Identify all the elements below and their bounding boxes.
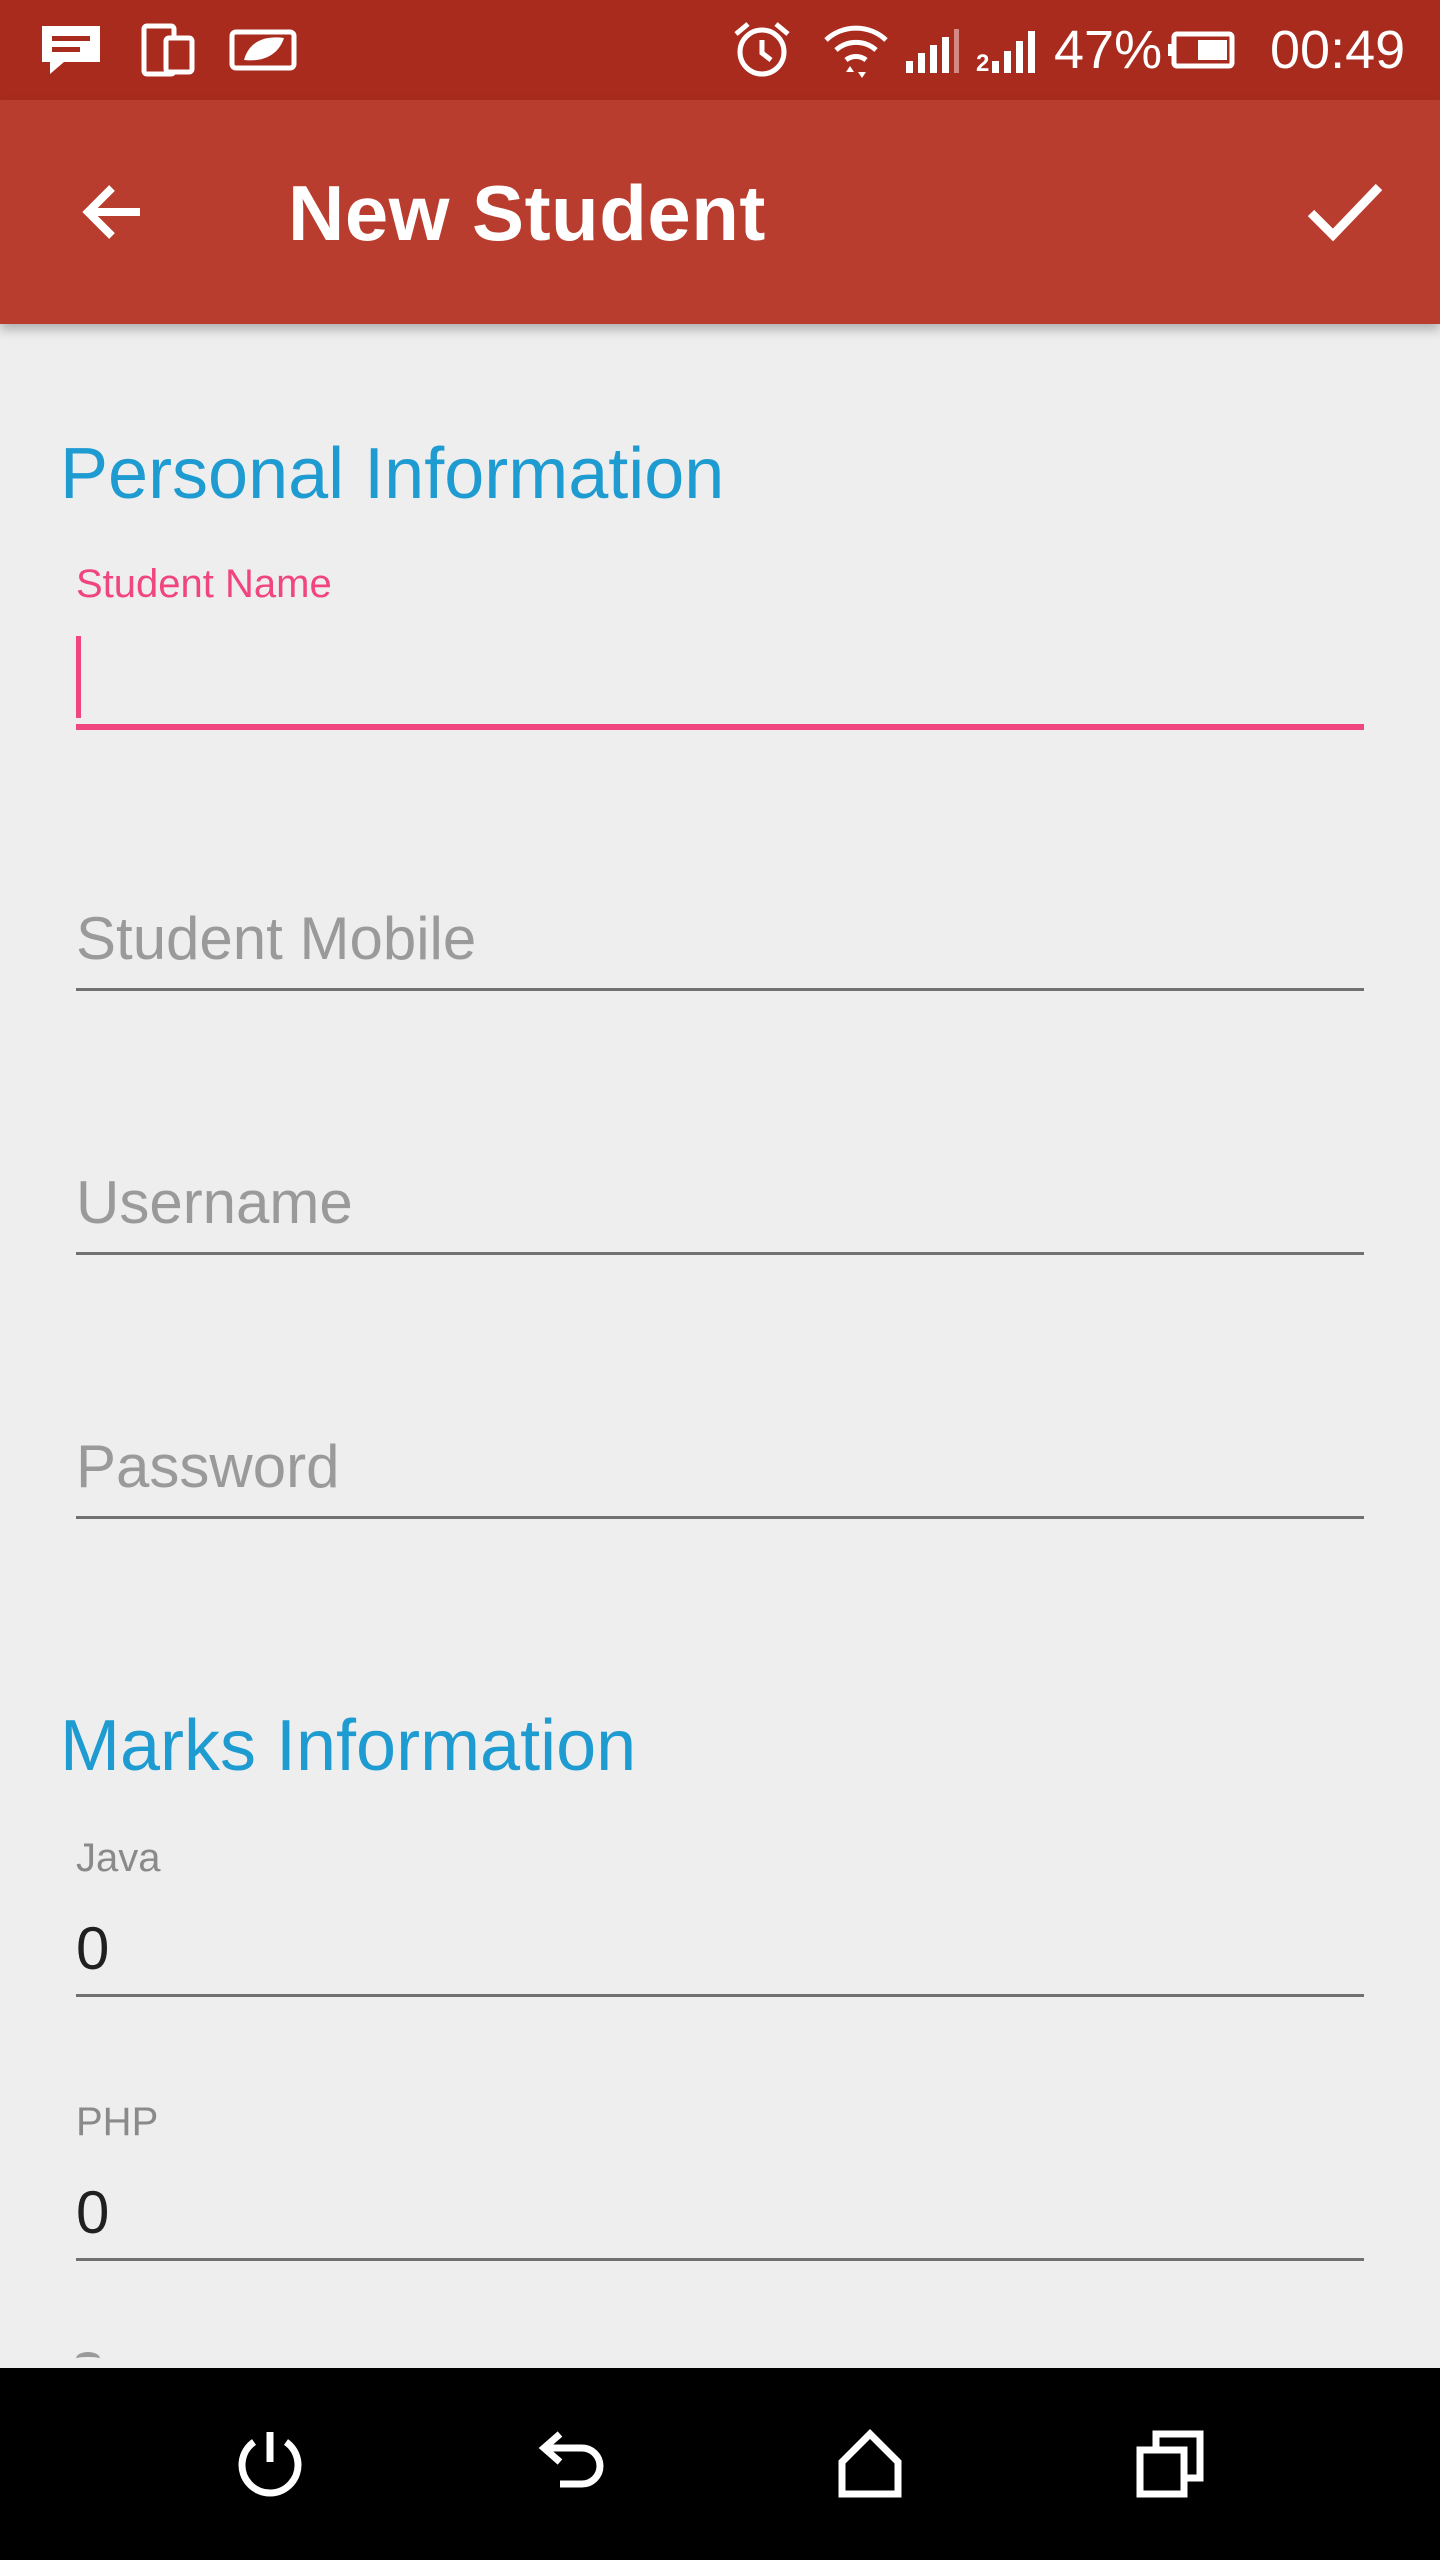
home-button[interactable] (810, 2404, 930, 2524)
back-nav-button[interactable] (512, 2404, 632, 2524)
back-button[interactable] (60, 160, 164, 264)
arrow-back-icon (82, 185, 140, 239)
student-name-label: Student Name (76, 562, 332, 606)
power-button[interactable] (210, 2404, 330, 2524)
recents-button[interactable] (1110, 2404, 1230, 2524)
java-underline (76, 1994, 1364, 1997)
username-placeholder: Username (76, 1169, 353, 1236)
php-marks-field[interactable]: PHP 0 (76, 2094, 1364, 2270)
student-mobile-underline (76, 988, 1364, 991)
leaf-battery-saver-icon (228, 22, 300, 78)
password-field[interactable]: Password (76, 1428, 1364, 1528)
power-icon (238, 2432, 302, 2497)
message-icon (38, 22, 104, 78)
page-title: New Student (288, 169, 766, 257)
username-underline (76, 1252, 1364, 1255)
password-placeholder: Password (76, 1433, 340, 1500)
device-sync-icon (140, 22, 196, 78)
clock: 00:49 (1270, 20, 1406, 80)
recents-icon (1136, 2430, 1204, 2498)
java-marks-field[interactable]: Java 0 (76, 1830, 1364, 2006)
alarm-icon (730, 22, 794, 78)
java-value: 0 (76, 1915, 110, 1982)
signal-1-icon (904, 22, 960, 78)
home-icon (838, 2429, 902, 2498)
section-title-marks: Marks Information (60, 1706, 637, 1786)
app-bar: New Student (0, 100, 1440, 324)
password-underline (76, 1516, 1364, 1519)
wifi-icon (820, 22, 892, 78)
battery-icon (1168, 22, 1240, 78)
student-name-underline (76, 724, 1364, 730)
text-cursor (76, 636, 81, 718)
username-field[interactable]: Username (76, 1164, 1364, 1264)
checkmark-icon (1307, 183, 1383, 242)
status-bar: 2 47% 00:49 (0, 0, 1440, 100)
php-label: PHP (76, 2100, 159, 2144)
php-underline (76, 2258, 1364, 2261)
next-field-label-partial (76, 2352, 100, 2365)
student-mobile-placeholder: Student Mobile (76, 905, 477, 972)
system-nav-bar (0, 2368, 1440, 2560)
section-title-personal: Personal Information (60, 434, 725, 514)
battery-percent: 47% (1054, 20, 1163, 80)
svg-text:2: 2 (976, 50, 989, 75)
student-mobile-field[interactable]: Student Mobile (76, 900, 1364, 1000)
back-icon (538, 2431, 604, 2488)
java-label: Java (76, 1836, 161, 1880)
php-value: 0 (76, 2179, 110, 2246)
student-name-field[interactable]: Student Name (76, 556, 1364, 736)
signal-2-icon: 2 (976, 22, 1038, 78)
save-button[interactable] (1290, 156, 1400, 266)
